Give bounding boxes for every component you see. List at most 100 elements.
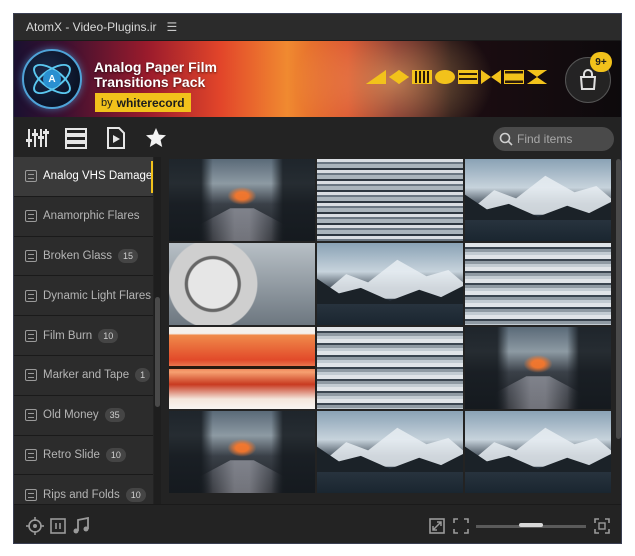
sidebar-item-analog-vhs-damage[interactable]: Analog VHS Damage (14, 157, 153, 197)
grid-scrollbar[interactable] (615, 159, 621, 504)
transition-shape-icon (527, 70, 547, 84)
preset-icon (25, 369, 37, 382)
list-icon[interactable] (63, 125, 89, 151)
sidebar-scrollbar[interactable] (154, 157, 161, 504)
cart-badge: 9+ (590, 52, 612, 72)
sidebar-item-label: Old Money (43, 409, 99, 422)
promo-banner[interactable]: A Analog Paper Film Transitions Pack by … (14, 41, 621, 117)
preset-icon (25, 210, 37, 223)
author-name: whiterecord (116, 95, 185, 110)
music-icon[interactable] (72, 516, 90, 535)
thumbnail-image (169, 327, 315, 409)
logo-letter: A (43, 70, 61, 88)
transition-shape-icon (435, 70, 455, 84)
fit-icon[interactable] (452, 517, 470, 535)
preset-icon (25, 409, 37, 422)
thumbnail-image (465, 411, 611, 493)
search-icon (499, 132, 513, 146)
thumbnail-image (169, 243, 315, 325)
sidebar-item-retro-slide[interactable]: Retro Slide 10 (14, 435, 153, 476)
preset-thumbnail-grid (169, 159, 614, 504)
fullscreen-icon[interactable] (593, 517, 611, 535)
sidebar-item-film-burn[interactable]: Film Burn 10 (14, 316, 153, 356)
star-icon[interactable] (143, 125, 169, 151)
preset-thumbnail[interactable] (317, 159, 463, 241)
sliders-icon[interactable] (24, 125, 50, 151)
hamburger-icon[interactable]: ☰ (167, 20, 178, 34)
preset-thumbnail[interactable] (465, 243, 611, 325)
sidebar-item-label: Analog VHS Damage (43, 170, 153, 183)
banner-title-line1: Analog Paper Film (94, 59, 217, 75)
preset-thumbnail[interactable] (169, 411, 315, 493)
transition-shape-icon (458, 70, 478, 84)
search-box[interactable] (493, 127, 614, 151)
transition-shape-icon (481, 70, 501, 84)
thumbnail-image (465, 327, 611, 409)
sidebar-scroll-thumb[interactable] (155, 297, 160, 407)
sidebar-item-label: Film Burn (43, 329, 93, 342)
preset-thumbnail[interactable] (317, 243, 463, 325)
sidebar-item-label: Rips and Folds (43, 488, 120, 501)
grid-scroll-thumb[interactable] (616, 159, 621, 439)
sidebar-item-label: Retro Slide (43, 448, 100, 461)
item-count-badge: 10 (125, 487, 146, 502)
thumbnail-image (317, 327, 463, 409)
preset-icon (25, 329, 37, 342)
preset-thumbnail[interactable] (169, 243, 315, 325)
thumbnail-image (465, 159, 611, 241)
atomx-logo: A (22, 49, 82, 109)
preset-icon (25, 448, 37, 461)
sidebar-item-broken-glass[interactable]: Broken Glass 15 (14, 236, 153, 277)
preset-thumbnail[interactable] (465, 327, 611, 409)
thumbnail-image (317, 243, 463, 325)
toolbar (14, 117, 621, 157)
sidebar-item-label: Broken Glass (43, 249, 113, 262)
preset-icon (25, 170, 37, 183)
thumbnail-image (317, 411, 463, 493)
target-icon[interactable] (26, 517, 44, 535)
sidebar-item-label: Dynamic Light Flares (43, 289, 152, 302)
item-count-badge: 35 (104, 408, 125, 423)
preset-thumbnail[interactable] (317, 327, 463, 409)
item-count-badge: 15 (118, 248, 139, 263)
sidebar-item-marker-and-tape[interactable]: Marker and Tape 1 (14, 355, 153, 396)
preset-icon (25, 249, 37, 262)
status-bar (14, 504, 621, 543)
byline-prefix: by (101, 96, 113, 109)
sidebar-item-rips-and-folds[interactable]: Rips and Folds 10 (14, 475, 153, 504)
transition-shape-icon (504, 70, 524, 84)
thumbnail-size-slider[interactable] (476, 523, 586, 528)
preset-icon (25, 488, 37, 501)
preset-thumbnail[interactable] (317, 411, 463, 493)
search-input[interactable] (517, 132, 612, 146)
sidebar-item-old-money[interactable]: Old Money 35 (14, 395, 153, 436)
preset-thumbnail[interactable] (169, 159, 315, 241)
expand-icon[interactable] (428, 517, 446, 535)
thumbnail-image (169, 159, 315, 241)
transition-shape-icon (412, 70, 432, 84)
sidebar-item-anamorphic-flares[interactable]: Anamorphic Flares (14, 196, 153, 237)
preset-thumbnail[interactable] (465, 159, 611, 241)
item-count-badge: 10 (105, 447, 126, 462)
category-sidebar: Analog VHS Damage Anamorphic Flares Brok… (14, 157, 153, 504)
banner-title-line2: Transitions Pack (94, 74, 206, 90)
sidebar-item-label: Anamorphic Flares (43, 210, 140, 223)
app-window: AtomX - Video-Plugins.ir ☰ A Analog Pape… (13, 13, 622, 544)
transition-preview-icons (366, 70, 547, 84)
item-count-badge: 10 (98, 328, 119, 343)
preset-icon (25, 289, 37, 302)
sidebar-item-dynamic-light-flares[interactable]: Dynamic Light Flares (14, 276, 153, 317)
transition-shape-icon (366, 70, 386, 84)
pause-icon[interactable] (49, 517, 67, 535)
slider-knob[interactable] (519, 523, 543, 527)
sidebar-item-label: Marker and Tape (43, 369, 130, 382)
author-badge: by whiterecord (95, 93, 191, 112)
thumbnail-image (317, 159, 463, 241)
preset-thumbnail[interactable] (465, 411, 611, 493)
window-title: AtomX - Video-Plugins.ir (26, 20, 157, 34)
thumbnail-image (465, 243, 611, 325)
play-file-icon[interactable] (103, 125, 129, 151)
thumbnail-image (169, 411, 315, 493)
preset-thumbnail[interactable] (169, 327, 315, 409)
banner-title: Analog Paper Film Transitions Pack (94, 60, 244, 90)
